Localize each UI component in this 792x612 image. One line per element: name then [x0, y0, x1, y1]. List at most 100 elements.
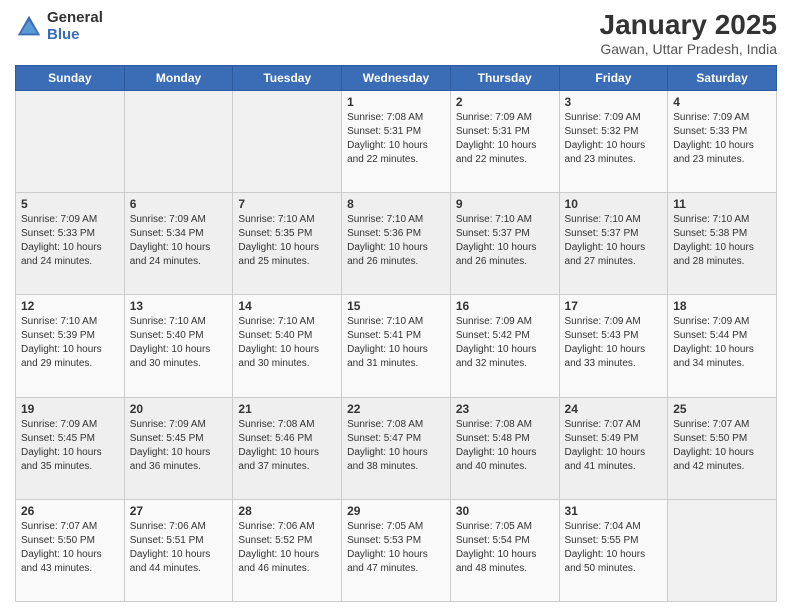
- day-number: 2: [456, 95, 554, 109]
- calendar-cell: 23 Sunrise: 7:08 AMSunset: 5:48 PMDayligh…: [450, 397, 559, 499]
- calendar-cell: 11 Sunrise: 7:10 AMSunset: 5:38 PMDayligh…: [668, 193, 777, 295]
- calendar-cell: 6 Sunrise: 7:09 AMSunset: 5:34 PMDaylight…: [124, 193, 233, 295]
- day-number: 13: [130, 299, 228, 313]
- day-header-wednesday: Wednesday: [342, 65, 451, 90]
- day-info: Sunrise: 7:09 AMSunset: 5:31 PMDaylight:…: [456, 111, 554, 167]
- calendar-cell: [124, 90, 233, 192]
- calendar-week-1: 1 Sunrise: 7:08 AMSunset: 5:31 PMDaylight…: [16, 90, 777, 192]
- calendar-week-4: 19 Sunrise: 7:09 AMSunset: 5:45 PMDayligh…: [16, 397, 777, 499]
- day-info: Sunrise: 7:10 AMSunset: 5:36 PMDaylight:…: [347, 213, 445, 269]
- day-number: 21: [238, 402, 336, 416]
- day-number: 8: [347, 197, 445, 211]
- day-info: Sunrise: 7:06 AMSunset: 5:52 PMDaylight:…: [238, 520, 336, 576]
- calendar-cell: 29Sunrise: 7:05 AMSunset: 5:53 PMDayligh…: [342, 499, 451, 601]
- day-number: 7: [238, 197, 336, 211]
- day-info: Sunrise: 7:08 AMSunset: 5:31 PMDaylight:…: [347, 111, 445, 167]
- day-header-sunday: Sunday: [16, 65, 125, 90]
- calendar-cell: 31 Sunrise: 7:04 AMSunset: 5:55 PMDayligh…: [559, 499, 668, 601]
- logo-general-text: General: [47, 10, 103, 27]
- calendar-cell: 30Sunrise: 7:05 AMSunset: 5:54 PMDayligh…: [450, 499, 559, 601]
- day-number: 1: [347, 95, 445, 109]
- day-info: Sunrise: 7:08 AMSunset: 5:46 PMDaylight:…: [238, 418, 336, 474]
- calendar-table: SundayMondayTuesdayWednesdayThursdayFrid…: [15, 65, 777, 602]
- day-info: Sunrise: 7:09 AMSunset: 5:42 PMDaylight:…: [456, 315, 554, 371]
- day-info: Sunrise: 7:05 AMSunset: 5:54 PMDaylight:…: [456, 520, 554, 576]
- day-header-tuesday: Tuesday: [233, 65, 342, 90]
- calendar-cell: 25Sunrise: 7:07 AMSunset: 5:50 PMDayligh…: [668, 397, 777, 499]
- logo-blue-text: Blue: [47, 27, 103, 44]
- day-number: 19: [21, 402, 119, 416]
- day-number: 22: [347, 402, 445, 416]
- calendar-cell: 24 Sunrise: 7:07 AMSunset: 5:49 PMDayligh…: [559, 397, 668, 499]
- day-number: 18: [673, 299, 771, 313]
- calendar-cell: 8 Sunrise: 7:10 AMSunset: 5:36 PMDaylight…: [342, 193, 451, 295]
- day-info: Sunrise: 7:10 AMSunset: 5:37 PMDaylight:…: [456, 213, 554, 269]
- day-number: 25: [673, 402, 771, 416]
- day-number: 28: [238, 504, 336, 518]
- day-info: Sunrise: 7:10 AMSunset: 5:41 PMDaylight:…: [347, 315, 445, 371]
- day-number: 14: [238, 299, 336, 313]
- logo-icon: [15, 13, 43, 41]
- calendar-cell: 4Sunrise: 7:09 AMSunset: 5:33 PMDaylight…: [668, 90, 777, 192]
- calendar-week-3: 12 Sunrise: 7:10 AMSunset: 5:39 PMDayligh…: [16, 295, 777, 397]
- calendar-week-2: 5Sunrise: 7:09 AMSunset: 5:33 PMDaylight…: [16, 193, 777, 295]
- day-info: Sunrise: 7:09 AMSunset: 5:45 PMDaylight:…: [21, 418, 119, 474]
- calendar-cell: 15 Sunrise: 7:10 AMSunset: 5:41 PMDayligh…: [342, 295, 451, 397]
- day-number: 5: [21, 197, 119, 211]
- calendar-cell: 27 Sunrise: 7:06 AMSunset: 5:51 PMDayligh…: [124, 499, 233, 601]
- day-number: 23: [456, 402, 554, 416]
- day-info: Sunrise: 7:09 AMSunset: 5:34 PMDaylight:…: [130, 213, 228, 269]
- day-number: 16: [456, 299, 554, 313]
- day-number: 10: [565, 197, 663, 211]
- day-info: Sunrise: 7:09 AMSunset: 5:45 PMDaylight:…: [130, 418, 228, 474]
- day-info: Sunrise: 7:09 AMSunset: 5:32 PMDaylight:…: [565, 111, 663, 167]
- logo: General Blue: [15, 10, 103, 43]
- day-info: Sunrise: 7:10 AMSunset: 5:40 PMDaylight:…: [130, 315, 228, 371]
- day-info: Sunrise: 7:10 AMSunset: 5:38 PMDaylight:…: [673, 213, 771, 269]
- day-info: Sunrise: 7:08 AMSunset: 5:48 PMDaylight:…: [456, 418, 554, 474]
- day-number: 11: [673, 197, 771, 211]
- calendar-cell: 2 Sunrise: 7:09 AMSunset: 5:31 PMDaylight…: [450, 90, 559, 192]
- calendar-cell: [668, 499, 777, 601]
- day-info: Sunrise: 7:07 AMSunset: 5:49 PMDaylight:…: [565, 418, 663, 474]
- day-info: Sunrise: 7:09 AMSunset: 5:43 PMDaylight:…: [565, 315, 663, 371]
- day-info: Sunrise: 7:10 AMSunset: 5:39 PMDaylight:…: [21, 315, 119, 371]
- calendar-header-row: SundayMondayTuesdayWednesdayThursdayFrid…: [16, 65, 777, 90]
- calendar-cell: 21 Sunrise: 7:08 AMSunset: 5:46 PMDayligh…: [233, 397, 342, 499]
- calendar-cell: [16, 90, 125, 192]
- day-number: 24: [565, 402, 663, 416]
- day-info: Sunrise: 7:04 AMSunset: 5:55 PMDaylight:…: [565, 520, 663, 576]
- calendar-cell: 9 Sunrise: 7:10 AMSunset: 5:37 PMDaylight…: [450, 193, 559, 295]
- title-block: January 2025 Gawan, Uttar Pradesh, India: [600, 10, 777, 57]
- calendar-week-5: 26Sunrise: 7:07 AMSunset: 5:50 PMDayligh…: [16, 499, 777, 601]
- page: General Blue January 2025 Gawan, Uttar P…: [0, 0, 792, 612]
- calendar-cell: 5Sunrise: 7:09 AMSunset: 5:33 PMDaylight…: [16, 193, 125, 295]
- day-info: Sunrise: 7:09 AMSunset: 5:44 PMDaylight:…: [673, 315, 771, 371]
- day-info: Sunrise: 7:07 AMSunset: 5:50 PMDaylight:…: [21, 520, 119, 576]
- day-header-saturday: Saturday: [668, 65, 777, 90]
- day-info: Sunrise: 7:09 AMSunset: 5:33 PMDaylight:…: [673, 111, 771, 167]
- day-number: 31: [565, 504, 663, 518]
- location: Gawan, Uttar Pradesh, India: [600, 41, 777, 57]
- day-number: 12: [21, 299, 119, 313]
- day-info: Sunrise: 7:06 AMSunset: 5:51 PMDaylight:…: [130, 520, 228, 576]
- day-number: 20: [130, 402, 228, 416]
- calendar-cell: 28 Sunrise: 7:06 AMSunset: 5:52 PMDayligh…: [233, 499, 342, 601]
- day-info: Sunrise: 7:10 AMSunset: 5:37 PMDaylight:…: [565, 213, 663, 269]
- day-number: 9: [456, 197, 554, 211]
- calendar-cell: 16 Sunrise: 7:09 AMSunset: 5:42 PMDayligh…: [450, 295, 559, 397]
- header: General Blue January 2025 Gawan, Uttar P…: [15, 10, 777, 57]
- day-info: Sunrise: 7:08 AMSunset: 5:47 PMDaylight:…: [347, 418, 445, 474]
- day-number: 6: [130, 197, 228, 211]
- day-number: 27: [130, 504, 228, 518]
- calendar-cell: 20 Sunrise: 7:09 AMSunset: 5:45 PMDayligh…: [124, 397, 233, 499]
- calendar-cell: 12 Sunrise: 7:10 AMSunset: 5:39 PMDayligh…: [16, 295, 125, 397]
- day-number: 15: [347, 299, 445, 313]
- day-number: 29: [347, 504, 445, 518]
- day-info: Sunrise: 7:10 AMSunset: 5:40 PMDaylight:…: [238, 315, 336, 371]
- calendar-cell: 1 Sunrise: 7:08 AMSunset: 5:31 PMDaylight…: [342, 90, 451, 192]
- calendar-cell: 10 Sunrise: 7:10 AMSunset: 5:37 PMDayligh…: [559, 193, 668, 295]
- calendar-cell: [233, 90, 342, 192]
- day-number: 17: [565, 299, 663, 313]
- calendar-cell: 13 Sunrise: 7:10 AMSunset: 5:40 PMDayligh…: [124, 295, 233, 397]
